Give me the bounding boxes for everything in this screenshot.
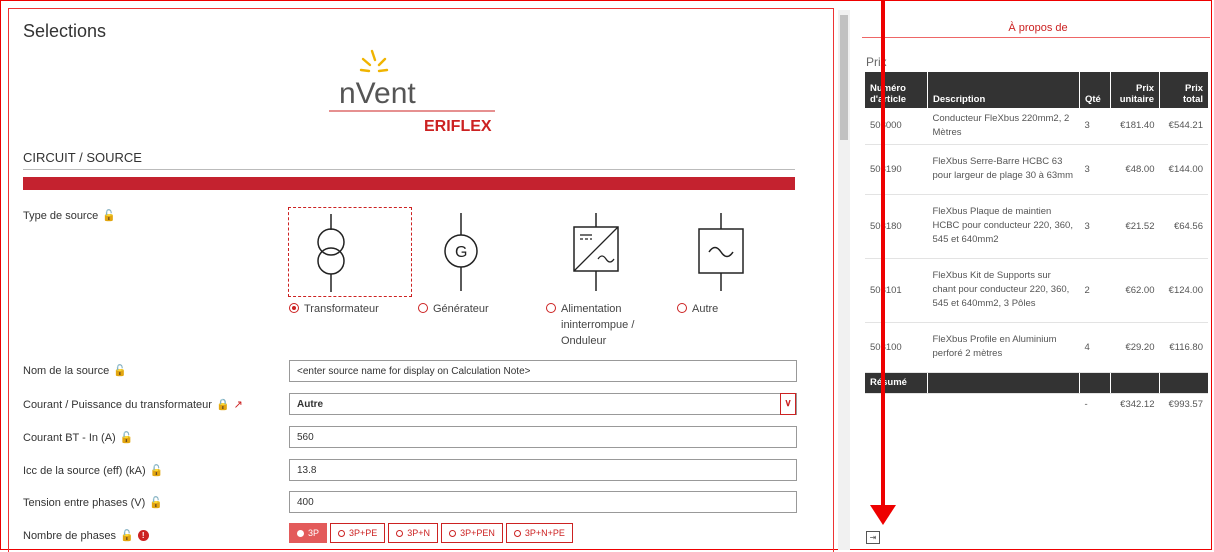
section-title: CIRCUIT / SOURCE	[23, 150, 142, 165]
current-power-select[interactable]: Autre ∨	[289, 393, 797, 415]
table-row: 508180 FleXbus Plaque de maintien HCBC p…	[865, 194, 1208, 259]
source-name-input[interactable]: <enter source name for display on Calcul…	[289, 360, 797, 382]
table-row: 508000 Conducteur FleXbus 220mm2, 2 Mètr…	[865, 108, 1208, 145]
radio-transformateur[interactable]: Transformateur	[289, 301, 379, 317]
col-header-qty: Qté	[1079, 72, 1111, 108]
phase-option-3p-n[interactable]: 3P+N	[388, 523, 439, 543]
unlock-icon[interactable]: 🔓	[102, 209, 116, 222]
phase-option-3p-n-pe[interactable]: 3P+N+PE	[505, 523, 573, 543]
unlock-icon[interactable]: 🔓	[149, 496, 163, 509]
radio-dot[interactable]	[289, 303, 299, 313]
radio-dot	[297, 529, 304, 537]
scrollbar[interactable]	[838, 10, 850, 550]
price-table: Numéro d'article Description Qté Prix un…	[865, 72, 1208, 415]
radio-alimentation[interactable]: Alimentation ininterrompue / Onduleur	[546, 301, 646, 349]
selections-panel: Selections nVent ERIFLEX CIRCUIT / SOURC…	[8, 8, 834, 552]
section-banner	[23, 177, 795, 190]
phase-option-3p[interactable]: 3P	[289, 523, 328, 543]
info-icon[interactable]: !	[137, 530, 149, 541]
icc-label: Icc de la source (eff) (kA) 🔓	[23, 464, 164, 478]
chevron-down-icon[interactable]: ∨	[780, 393, 796, 415]
svg-text:G: G	[455, 244, 467, 261]
phase-option-3p-pen[interactable]: 3P+PEN	[441, 523, 503, 543]
current-power-label: Courant / Puissance du transformateur 🔒 …	[23, 398, 243, 412]
annotation-arrow	[881, 0, 885, 505]
ups-icon	[573, 213, 619, 291]
phases-label: Nombre de phases 🔓 !	[23, 529, 149, 542]
table-row: 508100 FleXbus Profile en Aluminium perf…	[865, 322, 1208, 373]
radio-dot[interactable]	[418, 303, 428, 313]
section-divider	[23, 169, 795, 170]
external-link-icon[interactable]: ↗	[234, 398, 243, 411]
logo-sub: ERIFLEX	[424, 118, 492, 135]
col-header-description: Description	[927, 72, 1080, 108]
generator-icon: G	[444, 213, 478, 291]
radio-dot	[513, 529, 521, 537]
scrollbar-thumb[interactable]	[840, 15, 848, 140]
table-row: 508101 FleXbus Kit de Supports sur chant…	[865, 258, 1208, 323]
lock-icon[interactable]: 🔒	[216, 398, 230, 411]
voltage-label: Tension entre phases (V) 🔓	[23, 496, 163, 510]
unlock-icon[interactable]: 🔓	[120, 431, 134, 444]
logo-brand: nVent	[339, 77, 416, 110]
unlock-icon[interactable]: 🔓	[150, 464, 164, 477]
annotation-arrow-head	[870, 505, 896, 525]
col-header-unit-price: Prix unitaire	[1110, 72, 1160, 108]
nvent-eriflex-logo: nVent ERIFLEX	[329, 49, 495, 135]
about-link[interactable]: À propos de	[866, 22, 1210, 34]
source-ups-tile[interactable]	[542, 207, 666, 297]
summary-row: - €342.12 €993.57	[1084, 398, 1204, 410]
current-bt-label: Courant BT - In (A) 🔓	[23, 431, 134, 445]
source-transformer-tile[interactable]	[288, 207, 412, 297]
current-bt-input[interactable]: 560	[289, 426, 797, 448]
radio-dot	[338, 529, 346, 537]
radio-dot	[449, 529, 457, 537]
phases-toggle-group: 3P 3P+PE 3P+N 3P+PEN 3P+N+PE	[289, 523, 573, 543]
phase-option-3p-pe[interactable]: 3P+PE	[330, 523, 386, 543]
transformer-icon	[317, 214, 345, 292]
ac-source-icon	[698, 213, 744, 291]
icc-input[interactable]: 13.8	[289, 459, 797, 481]
source-name-label: Nom de la source 🔓	[23, 364, 127, 378]
source-type-label: Type de source 🔓	[23, 209, 116, 223]
panel-title: Selections	[23, 21, 107, 41]
radio-dot[interactable]	[677, 303, 687, 313]
unlock-icon[interactable]: 🔓	[120, 529, 134, 542]
radio-generateur[interactable]: Générateur	[418, 301, 489, 317]
summary-header-row: Résumé	[865, 372, 1208, 394]
source-other-tile[interactable]	[669, 207, 793, 297]
unlock-icon[interactable]: 🔓	[113, 364, 127, 377]
col-header-article: Numéro d'article	[865, 72, 928, 108]
table-row: 508190 FleXbus Serre-Barre HCBC 63 pour …	[865, 144, 1208, 195]
voltage-input[interactable]: 400	[289, 491, 797, 513]
source-generator-tile[interactable]: G	[415, 207, 539, 297]
collapse-panel-icon[interactable]: ⇥	[866, 531, 880, 544]
col-header-total-price: Prix total	[1159, 72, 1208, 108]
radio-dot	[396, 529, 404, 537]
about-divider	[862, 37, 1210, 38]
radio-dot[interactable]	[546, 303, 556, 313]
radio-autre[interactable]: Autre	[677, 301, 718, 317]
